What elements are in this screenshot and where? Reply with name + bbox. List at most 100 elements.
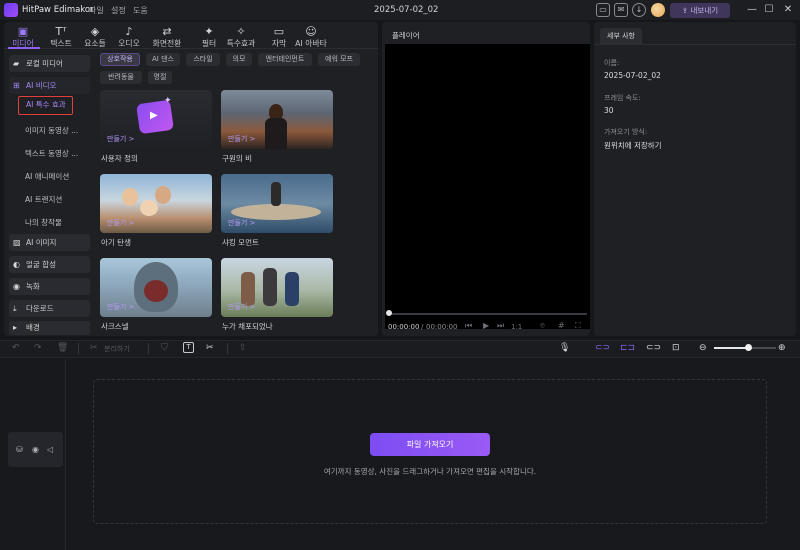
chip-style[interactable]: 스타일	[186, 53, 220, 66]
fit-icon[interactable]: ⊡	[672, 342, 680, 354]
effect-card-baby[interactable]: 만들기 >	[100, 174, 212, 233]
snapshot-icon[interactable]: ⌾	[540, 321, 545, 331]
chip-appearance[interactable]: 의모	[226, 53, 252, 66]
menu-help[interactable]: 도움	[133, 5, 148, 16]
sidebar-sub-image-video[interactable]: 이미지 동영상 ...	[25, 125, 78, 136]
menu-file[interactable]: 파일	[89, 5, 104, 16]
chip-pets[interactable]: 반려동물	[100, 71, 142, 84]
record-icon: ◉	[13, 282, 20, 291]
effect-card-shark-snap[interactable]: 만들기 >	[100, 258, 212, 317]
grid-icon[interactable]: #	[558, 321, 565, 330]
sidebar-label: 녹화	[26, 282, 40, 291]
track-lock-icon[interactable]: ⛁	[16, 445, 23, 454]
zoom-out-icon[interactable]: ⊖	[699, 342, 707, 354]
text-icon: Tᵀ	[55, 25, 67, 38]
audio-icon: ♪	[125, 25, 133, 38]
tab-details[interactable]: 세부 사항	[600, 28, 642, 44]
tab-media-8[interactable]: ☺ AI 아바타	[292, 26, 330, 49]
toolbar-divider	[148, 343, 149, 354]
split-label[interactable]: 분리하기	[104, 344, 130, 354]
sidebar-sub-my-creations[interactable]: 나의 창작물	[25, 217, 62, 228]
tab-media-0[interactable]: ▣ 미디어	[4, 26, 42, 49]
text-tool-icon[interactable]: T	[183, 342, 194, 353]
step-back-icon[interactable]: ⏮	[465, 321, 472, 331]
playback-scrubber[interactable]	[387, 313, 587, 315]
import-file-button[interactable]: 파일 가져오기	[370, 433, 490, 456]
effect-card-arrested[interactable]: 만들기 >	[221, 258, 333, 317]
make-link: 만들기 >	[107, 219, 135, 227]
caret-right-icon: ▸	[13, 323, 18, 332]
sidebar-sub-label: AI 특수 효과	[26, 100, 66, 109]
magnet-icon[interactable]: ⊂⊃	[595, 342, 610, 354]
zoom-in-icon[interactable]: ⊕	[778, 342, 786, 354]
import-mode-value: 원위치에 저장하기	[604, 141, 662, 150]
play-icon[interactable]: ▶	[483, 321, 489, 330]
maximize-icon[interactable]: ☐	[762, 3, 776, 17]
redo-icon[interactable]: ↷	[34, 342, 42, 354]
effect-card-rain[interactable]: 만들기 >	[221, 90, 333, 149]
link-icon[interactable]: ⊏⊐	[620, 342, 635, 354]
track-visibility-icon[interactable]: ◉	[32, 445, 39, 454]
make-link: 만들기 >	[228, 303, 256, 311]
scrubber-handle[interactable]	[386, 310, 392, 316]
export-label: 내보내기	[690, 6, 719, 15]
aspect-ratio[interactable]: 1:1	[511, 323, 522, 331]
avatar[interactable]	[651, 3, 665, 17]
sidebar-sub-ai-transition[interactable]: AI 트랜지션	[25, 194, 62, 205]
marker-icon[interactable]: ⛉	[161, 342, 168, 354]
step-forward-icon[interactable]: ⏭	[497, 321, 504, 331]
auto-cut-icon[interactable]: ✂	[206, 342, 214, 354]
export-frame-icon[interactable]: ⇪	[239, 342, 247, 354]
split-clip-icon[interactable]: ⊂⊃	[646, 342, 661, 354]
play-icon: ▶	[150, 110, 158, 121]
undo-icon[interactable]: ↶	[12, 342, 20, 354]
fullscreen-icon[interactable]: ⛶	[575, 321, 581, 331]
sidebar-item-background[interactable]: ▸ 배경	[9, 321, 90, 335]
export-button[interactable]: ⇪ 내보내기	[670, 3, 730, 18]
tab-label: 요소들	[84, 39, 106, 48]
person-figure	[155, 186, 171, 204]
scissors-icon[interactable]: ✂	[90, 342, 98, 354]
download-icon[interactable]: ↓	[632, 3, 646, 17]
sidebar-item-download[interactable]: ⤓ 다운로드	[9, 300, 90, 317]
ai-video-icon: ⊞	[13, 81, 20, 90]
tab-divider	[4, 48, 378, 49]
person-body	[265, 118, 287, 149]
menu-settings[interactable]: 설정	[111, 5, 126, 16]
microphone-icon[interactable]: 🎙	[559, 342, 570, 354]
feedback-icon[interactable]: ✉	[614, 3, 628, 17]
zoom-slider-handle[interactable]	[745, 344, 752, 351]
sidebar-item-local-media[interactable]: ▰ 로컬 미디어	[9, 55, 90, 72]
close-icon[interactable]: ✕	[781, 3, 795, 17]
sidebar-item-ai-video[interactable]: ⊞ AI 비디오	[9, 77, 90, 94]
sparkle-icon: ✦	[164, 96, 172, 106]
track-audio-icon[interactable]: ◁	[47, 445, 53, 454]
delete-icon[interactable]: 🗑	[57, 342, 68, 354]
time-separator: /	[421, 323, 424, 331]
chip-holiday[interactable]: 명절	[148, 71, 172, 84]
sidebar-label: 로컬 미디어	[26, 59, 63, 68]
chip-entertainment[interactable]: 엔터테인먼트	[258, 53, 312, 66]
tab-media-4[interactable]: ⇄ 화면전환	[148, 26, 186, 49]
sidebar-item-face-swap[interactable]: ◐ 얼굴 합성	[9, 256, 90, 273]
current-time: 00:00:00	[388, 323, 420, 331]
sidebar-item-record[interactable]: ◉ 녹화	[9, 278, 90, 295]
tab-media-2[interactable]: ◈ 요소들	[76, 26, 114, 49]
sidebar-sub-ai-effects[interactable]: AI 특수 효과	[18, 96, 73, 115]
chip-morph[interactable]: 예워 모프	[318, 53, 360, 66]
chip-interaction[interactable]: 상호작용	[100, 53, 140, 66]
tab-media-3[interactable]: ♪ 오디오	[110, 26, 148, 49]
sidebar-sub-ai-animation[interactable]: AI 애니메이션	[25, 171, 69, 182]
sidebar-label: AI 비디오	[26, 81, 57, 90]
tab-media-6[interactable]: ✧ 특수효과	[222, 26, 260, 49]
sidebar-item-ai-image[interactable]: ▨ AI 이미지	[9, 234, 90, 251]
effect-card-shark[interactable]: 만들기 >	[221, 174, 333, 233]
tab-media-1[interactable]: Tᵀ 텍스트	[42, 26, 80, 49]
image-icon: ▨	[13, 238, 21, 247]
minimize-icon[interactable]: —	[745, 3, 759, 17]
screen-icon[interactable]: ▭	[596, 3, 610, 17]
sidebar-sub-text-video[interactable]: 텍스트 동영상 ...	[25, 148, 78, 159]
chip-ai-dance[interactable]: AI 댄스	[146, 53, 180, 66]
effect-card-custom[interactable]: ▶ ✦ 만들기 >	[100, 90, 212, 149]
transition-icon: ⇄	[162, 25, 172, 38]
